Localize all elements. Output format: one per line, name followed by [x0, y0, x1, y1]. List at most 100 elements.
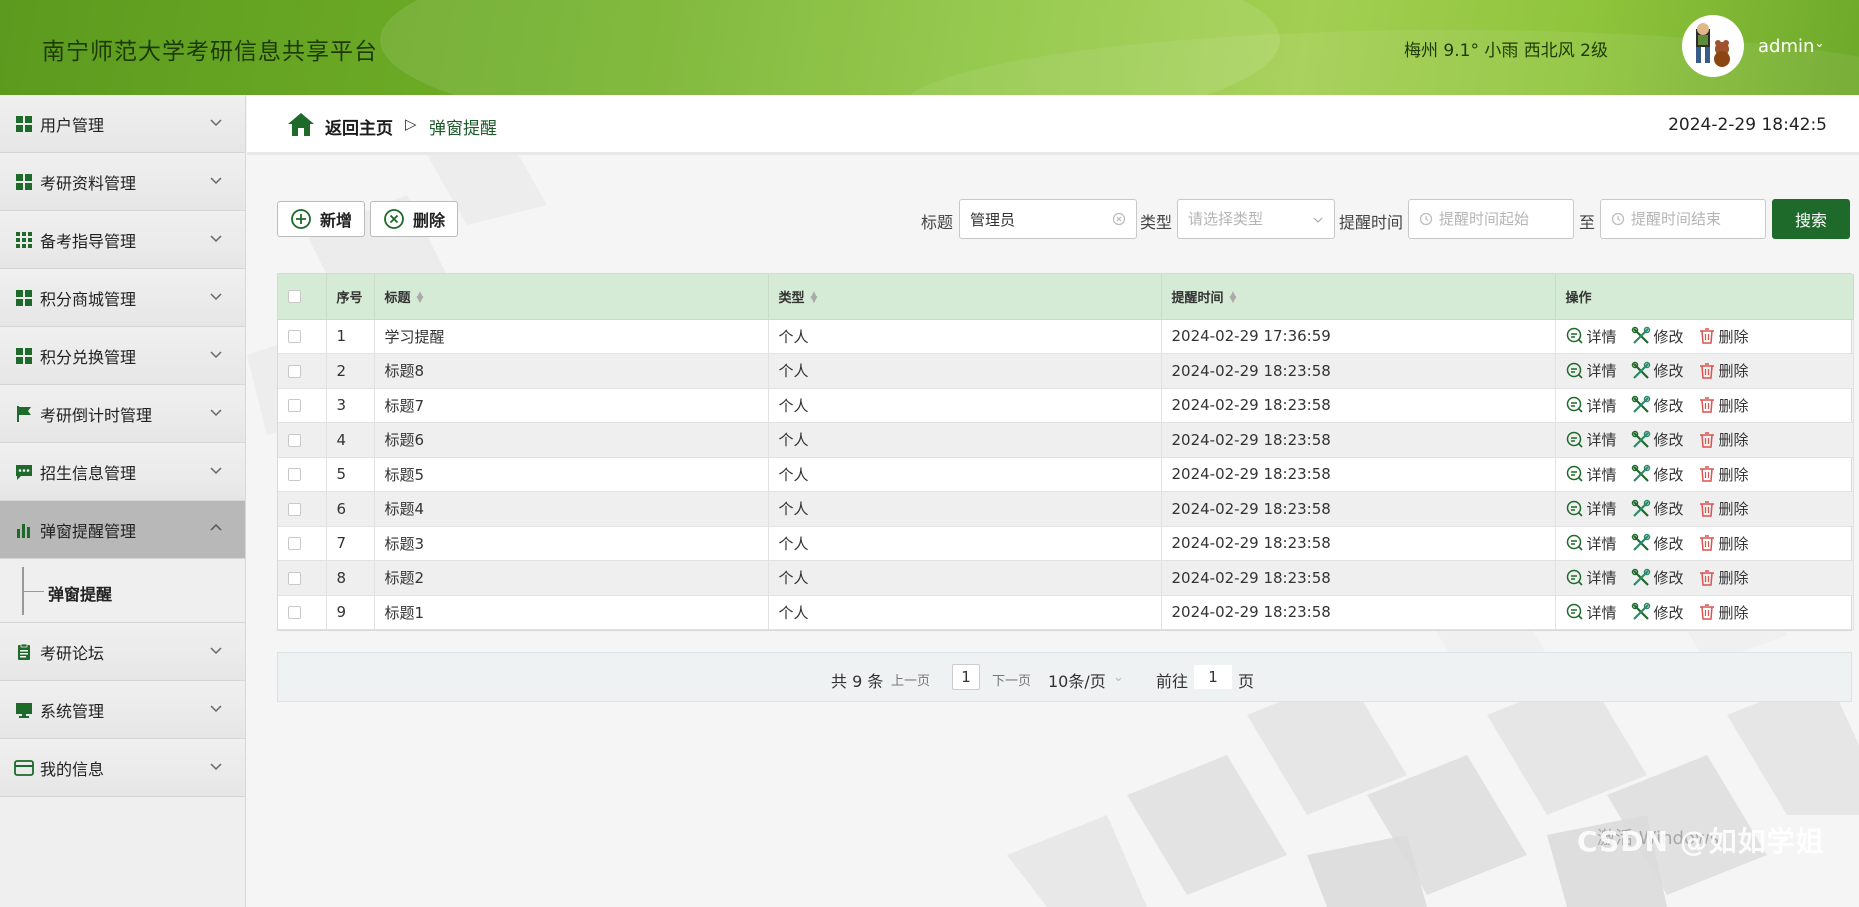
tools-icon: [1631, 499, 1650, 517]
detail-button[interactable]: 详情: [1566, 602, 1617, 623]
sidebar-item-points-exchange[interactable]: 积分兑换管理: [0, 327, 245, 385]
sidebar-subitem-popup-reminder[interactable]: 弹窗提醒: [0, 559, 245, 623]
column-header-time[interactable]: 提醒时间 ▲ ▼: [1161, 274, 1556, 320]
table-row[interactable]: 8 标题2 个人 2024-02-29 18:23:58 详情 修改 删除: [278, 560, 1854, 596]
delete-row-button[interactable]: 删除: [1698, 567, 1749, 588]
clear-icon[interactable]: [1112, 212, 1126, 226]
detail-button[interactable]: 详情: [1566, 395, 1617, 416]
edit-button[interactable]: 修改: [1631, 602, 1684, 623]
add-button[interactable]: 新增: [277, 201, 365, 237]
row-checkbox[interactable]: [288, 330, 301, 344]
row-checkbox[interactable]: [288, 537, 301, 551]
delete-row-button[interactable]: 删除: [1698, 464, 1749, 485]
row-select-cell[interactable]: [278, 319, 327, 354]
table-row[interactable]: 3 标题7 个人 2024-02-29 18:23:58 详情 修改 删除: [278, 388, 1854, 423]
sort-icon[interactable]: ▲ ▼: [1230, 291, 1237, 305]
detail-icon: [1566, 397, 1583, 413]
user-menu[interactable]: admin: [1758, 36, 1814, 57]
row-select-cell[interactable]: [278, 457, 327, 492]
page-number-current[interactable]: 1: [952, 664, 980, 690]
edit-button[interactable]: 修改: [1631, 533, 1684, 554]
row-select-cell[interactable]: [278, 422, 327, 458]
table-row[interactable]: 6 标题4 个人 2024-02-29 18:23:58 详情 修改 删除: [278, 491, 1854, 527]
edit-button[interactable]: 修改: [1631, 464, 1684, 485]
detail-button[interactable]: 详情: [1566, 498, 1617, 519]
delete-row-button[interactable]: 删除: [1698, 326, 1749, 347]
delete-row-button[interactable]: 删除: [1698, 498, 1749, 519]
sidebar-item-admissions[interactable]: 招生信息管理: [0, 443, 245, 501]
sort-icon[interactable]: ▲ ▼: [811, 291, 818, 305]
row-checkbox[interactable]: [288, 468, 301, 482]
detail-button[interactable]: 详情: [1566, 326, 1617, 347]
row-select-cell[interactable]: [278, 353, 327, 389]
prev-page-button[interactable]: 上一页: [891, 670, 930, 689]
chevron-down-icon[interactable]: ⌄: [1113, 670, 1124, 685]
row-select-cell[interactable]: [278, 595, 327, 630]
sort-icon[interactable]: ▲ ▼: [417, 291, 424, 305]
select-all-checkbox[interactable]: [288, 289, 301, 303]
page-size-select[interactable]: 10条/页: [1048, 668, 1106, 692]
time-start-picker[interactable]: [1408, 199, 1574, 239]
delete-row-button[interactable]: 删除: [1698, 360, 1749, 381]
detail-button[interactable]: 详情: [1566, 429, 1617, 450]
table-row[interactable]: 4 标题6 个人 2024-02-29 18:23:58 详情 修改 删除: [278, 422, 1854, 458]
delete-row-button[interactable]: 删除: [1698, 533, 1749, 554]
avatar[interactable]: [1682, 15, 1744, 77]
sidebar-item-my-info[interactable]: 我的信息: [0, 739, 245, 797]
delete-row-button[interactable]: 删除: [1698, 395, 1749, 416]
column-header-type[interactable]: 类型 ▲ ▼: [768, 274, 1162, 320]
column-header-title[interactable]: 标题 ▲ ▼: [374, 274, 769, 320]
edit-button[interactable]: 修改: [1631, 498, 1684, 519]
type-select[interactable]: [1177, 199, 1335, 239]
detail-button[interactable]: 详情: [1566, 464, 1617, 485]
sidebar-item-materials[interactable]: 考研资料管理: [0, 153, 245, 211]
sidebar-item-forum[interactable]: 考研论坛: [0, 623, 245, 681]
detail-button[interactable]: 详情: [1566, 360, 1617, 381]
sidebar-item-user-management[interactable]: 用户管理: [0, 95, 245, 153]
row-checkbox[interactable]: [288, 606, 301, 620]
breadcrumb-home-link[interactable]: 返回主页: [325, 114, 393, 139]
title-filter-input[interactable]: [959, 199, 1137, 239]
row-checkbox[interactable]: [288, 502, 301, 516]
chevron-down-icon[interactable]: ⌄: [1814, 36, 1825, 51]
sidebar-item-system[interactable]: 系统管理: [0, 681, 245, 739]
row-checkbox[interactable]: [288, 364, 301, 378]
table-row[interactable]: 1 学习提醒 个人 2024-02-29 17:36:59 详情 修改 删除: [278, 319, 1854, 354]
row-checkbox[interactable]: [288, 399, 301, 413]
table-row[interactable]: 9 标题1 个人 2024-02-29 18:23:58 详情 修改 删除: [278, 595, 1854, 630]
detail-button[interactable]: 详情: [1566, 567, 1617, 588]
edit-button[interactable]: 修改: [1631, 360, 1684, 381]
sidebar-item-popup-reminder[interactable]: 弹窗提醒管理: [0, 501, 245, 559]
goto-page-input[interactable]: 1: [1193, 664, 1233, 690]
sidebar-item-label: 用户管理: [40, 115, 105, 135]
time-end-input[interactable]: [1631, 210, 1765, 228]
row-select-cell[interactable]: [278, 491, 327, 527]
row-checkbox[interactable]: [288, 571, 301, 585]
row-select-cell[interactable]: [278, 388, 327, 423]
home-icon[interactable]: [287, 111, 315, 137]
table-row[interactable]: 5 标题5 个人 2024-02-29 18:23:58 详情 修改 删除: [278, 457, 1854, 492]
edit-button[interactable]: 修改: [1631, 326, 1684, 347]
table-row[interactable]: 2 标题8 个人 2024-02-29 18:23:58 详情 修改 删除: [278, 353, 1854, 389]
row-select-cell[interactable]: [278, 526, 327, 561]
table-row[interactable]: 7 标题3 个人 2024-02-29 18:23:58 详情 修改 删除: [278, 526, 1854, 561]
edit-button[interactable]: 修改: [1631, 567, 1684, 588]
delete-row-button[interactable]: 删除: [1698, 602, 1749, 623]
detail-button[interactable]: 详情: [1566, 533, 1617, 554]
search-button[interactable]: 搜索: [1772, 199, 1850, 239]
tools-icon: [1631, 361, 1650, 379]
edit-button[interactable]: 修改: [1631, 429, 1684, 450]
edit-button[interactable]: 修改: [1631, 395, 1684, 416]
sidebar-item-guidance[interactable]: 备考指导管理: [0, 211, 245, 269]
time-end-picker[interactable]: [1600, 199, 1766, 239]
delete-row-button[interactable]: 删除: [1698, 429, 1749, 450]
next-page-button[interactable]: 下一页: [992, 670, 1031, 689]
delete-button[interactable]: 删除: [370, 201, 458, 237]
row-select-cell[interactable]: [278, 560, 327, 596]
sidebar-item-countdown[interactable]: 考研倒计时管理: [0, 385, 245, 443]
select-all-cell[interactable]: [278, 274, 327, 320]
time-start-input[interactable]: [1439, 210, 1573, 228]
row-ops: 详情 修改 删除: [1555, 457, 1854, 492]
row-checkbox[interactable]: [288, 433, 301, 447]
sidebar-item-points-mall[interactable]: 积分商城管理: [0, 269, 245, 327]
